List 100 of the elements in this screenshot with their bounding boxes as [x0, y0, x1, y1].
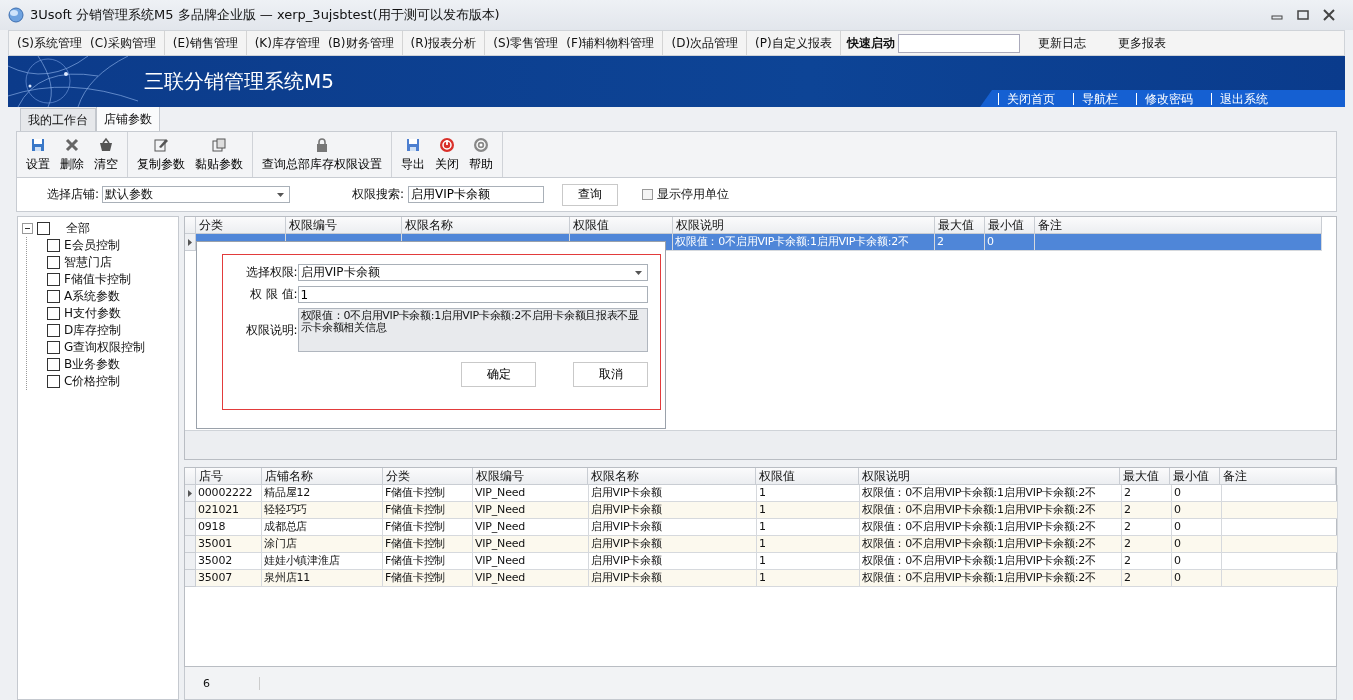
column-header[interactable]: 权限值 — [756, 468, 859, 486]
column-header[interactable]: 最大值 — [935, 217, 985, 234]
field-label: 权限说明: — [244, 321, 298, 339]
column-header[interactable]: 备注 — [1220, 468, 1336, 486]
tree-item[interactable]: H支付参数 — [64, 305, 122, 322]
field-label: 选择店铺: — [47, 186, 100, 203]
tree-item[interactable]: C价格控制 — [64, 373, 121, 390]
menu-item[interactable]: (C)采购管理 — [86, 34, 160, 52]
tree-item[interactable]: A系统参数 — [64, 288, 121, 305]
menu-link[interactable]: 更多报表 — [1113, 34, 1170, 52]
checkbox[interactable] — [642, 189, 654, 200]
table-row[interactable]: 35001 涂门店 F储值卡控制 VIP_Need 启用VIP卡余额 1 权限值：0不启用VIP卡余额:1启用VIP卡余额:2不 2 0 — [185, 536, 1338, 554]
column-header[interactable]: 店铺名称 — [261, 468, 383, 486]
tree-item[interactable]: 全部 — [66, 220, 90, 237]
field-label: 权限搜索: — [352, 186, 405, 203]
column-header[interactable]: 权限名称 — [588, 468, 756, 486]
field-label: 选择权限: — [244, 264, 298, 281]
table-cell: 权限值：0不启用VIP卡余额:1启用VIP卡余额:2不 — [860, 536, 1122, 554]
nav-link[interactable]: 关闭首页 — [998, 92, 1065, 105]
checkbox[interactable] — [47, 324, 60, 337]
dialog-button[interactable]: 确定 — [461, 362, 536, 387]
toolbar-button[interactable]: 设置 — [21, 132, 55, 177]
tree-item[interactable]: B业务参数 — [64, 356, 121, 373]
table-cell: 权限值：0不启用VIP卡余额:1启用VIP卡余额:2不 — [860, 502, 1122, 520]
checkbox[interactable] — [47, 273, 60, 286]
menu-item[interactable]: (D)次品管理 — [667, 34, 743, 52]
checkbox[interactable] — [37, 222, 50, 235]
toolbar-button[interactable]: 删除 — [55, 132, 89, 177]
row-header[interactable] — [185, 485, 196, 503]
column-header[interactable]: 分类 — [196, 217, 286, 234]
column-header[interactable]: 权限说明 — [673, 217, 935, 234]
basket-icon — [98, 136, 114, 153]
column-header[interactable]: 权限编号 — [472, 468, 589, 486]
power-icon — [439, 136, 455, 153]
quick-start-field[interactable] — [897, 33, 1020, 53]
table-cell: F储值卡控制 — [383, 536, 473, 554]
table-cell: 2 — [1122, 570, 1172, 588]
checkbox[interactable] — [47, 307, 60, 320]
column-header[interactable]: 权限编号 — [286, 217, 402, 234]
checkbox[interactable] — [47, 375, 60, 388]
tree-item[interactable]: G查询权限控制 — [64, 339, 146, 356]
menu-item[interactable]: (R)报表分析 — [406, 34, 481, 52]
toolbar-button[interactable]: 导出 — [396, 132, 430, 177]
checkbox[interactable] — [47, 256, 60, 269]
table-cell: 1 — [757, 570, 860, 588]
menu-item[interactable]: (B)财务管理 — [323, 34, 398, 52]
tab[interactable]: 我的工作台 — [20, 108, 96, 131]
toolbar-button[interactable]: 关闭 — [430, 132, 464, 177]
tab[interactable]: 店铺参数 — [96, 106, 160, 131]
menu-item[interactable]: (S)系统管理 — [13, 34, 86, 52]
column-header[interactable]: 权限说明 — [858, 468, 1121, 486]
checkbox[interactable] — [47, 290, 60, 303]
value-field[interactable]: 1 — [297, 286, 648, 303]
menu-item[interactable]: (P)自定义报表 — [751, 34, 836, 52]
menu-link[interactable]: 更新日志 — [1033, 34, 1090, 52]
toolbar-button[interactable]: 查询总部库存权限设置 — [257, 132, 387, 177]
table-row[interactable]: 021021 轻轻巧巧 F储值卡控制 VIP_Need 启用VIP卡余额 1 权限值：0不启用VIP卡余额:1启用VIP卡余额:2不 2 0 — [185, 502, 1338, 520]
nav-link[interactable]: 修改密码 — [1136, 92, 1203, 105]
nav-link[interactable]: 退出系统 — [1211, 92, 1278, 105]
column-header[interactable]: 权限名称 — [402, 217, 570, 234]
tree-item[interactable]: F储值卡控制 — [64, 271, 131, 288]
search-field[interactable]: 启用VIP卡余额 — [408, 186, 545, 203]
maximize-icon[interactable] — [1297, 9, 1309, 21]
toolbar-button[interactable]: 黏贴参数 — [190, 132, 248, 177]
tree-item[interactable]: D库存控制 — [64, 322, 122, 339]
column-header[interactable]: 权限值 — [570, 217, 673, 234]
column-header[interactable]: 最大值 — [1120, 468, 1171, 486]
permission-combo[interactable]: 启用VIP卡余额 — [297, 264, 648, 281]
collapse-icon[interactable] — [22, 223, 33, 234]
nav-link[interactable]: 导航栏 — [1073, 92, 1128, 105]
column-header[interactable]: 店号 — [196, 468, 262, 486]
checkbox[interactable] — [47, 239, 60, 252]
tree-item[interactable]: E会员控制 — [64, 237, 120, 254]
edit-icon — [153, 136, 169, 153]
save-icon — [405, 136, 421, 153]
checkbox[interactable] — [47, 341, 60, 354]
store-combo[interactable]: 默认参数 — [102, 186, 291, 203]
query-button[interactable]: 查询 — [562, 183, 619, 206]
dialog-button[interactable]: 取消 — [573, 362, 648, 387]
close-icon[interactable] — [1323, 9, 1335, 21]
column-header[interactable]: 备注 — [1035, 217, 1322, 234]
menu-item[interactable]: (K)库存管理 — [250, 34, 324, 52]
checkbox[interactable] — [47, 358, 60, 371]
table-cell: 2 — [1122, 536, 1172, 554]
table-cell: F储值卡控制 — [383, 570, 473, 588]
menu-item[interactable]: (S)零售管理 — [489, 34, 563, 52]
toolbar-button[interactable]: 复制参数 — [132, 132, 190, 177]
row-header[interactable] — [185, 234, 196, 251]
toolbar-button[interactable]: 清空 — [89, 132, 123, 177]
tree-item[interactable]: 智慧门店 — [64, 254, 112, 271]
menu-item[interactable]: (E)销售管理 — [168, 34, 242, 52]
description-field[interactable]: 权限值：0不启用VIP卡余额:1启用VIP卡余额:2不启用卡余额且报表不显示卡余额相关信息 — [297, 308, 648, 352]
column-header[interactable]: 最小值 — [985, 217, 1035, 234]
header-corner — [185, 217, 196, 234]
menu-item[interactable]: (F)辅料物料管理 — [562, 34, 659, 52]
caret-icon — [635, 270, 642, 275]
toolbar-button[interactable]: 帮助 — [464, 132, 498, 177]
table-row[interactable]: 35007 泉州店11 F储值卡控制 VIP_Need 启用VIP卡余额 1 权限值：0不启用VIP卡余额:1启用VIP卡余额:2不 2 0 — [185, 570, 1338, 588]
column-header[interactable]: 最小值 — [1170, 468, 1221, 486]
column-header[interactable]: 分类 — [382, 468, 473, 486]
